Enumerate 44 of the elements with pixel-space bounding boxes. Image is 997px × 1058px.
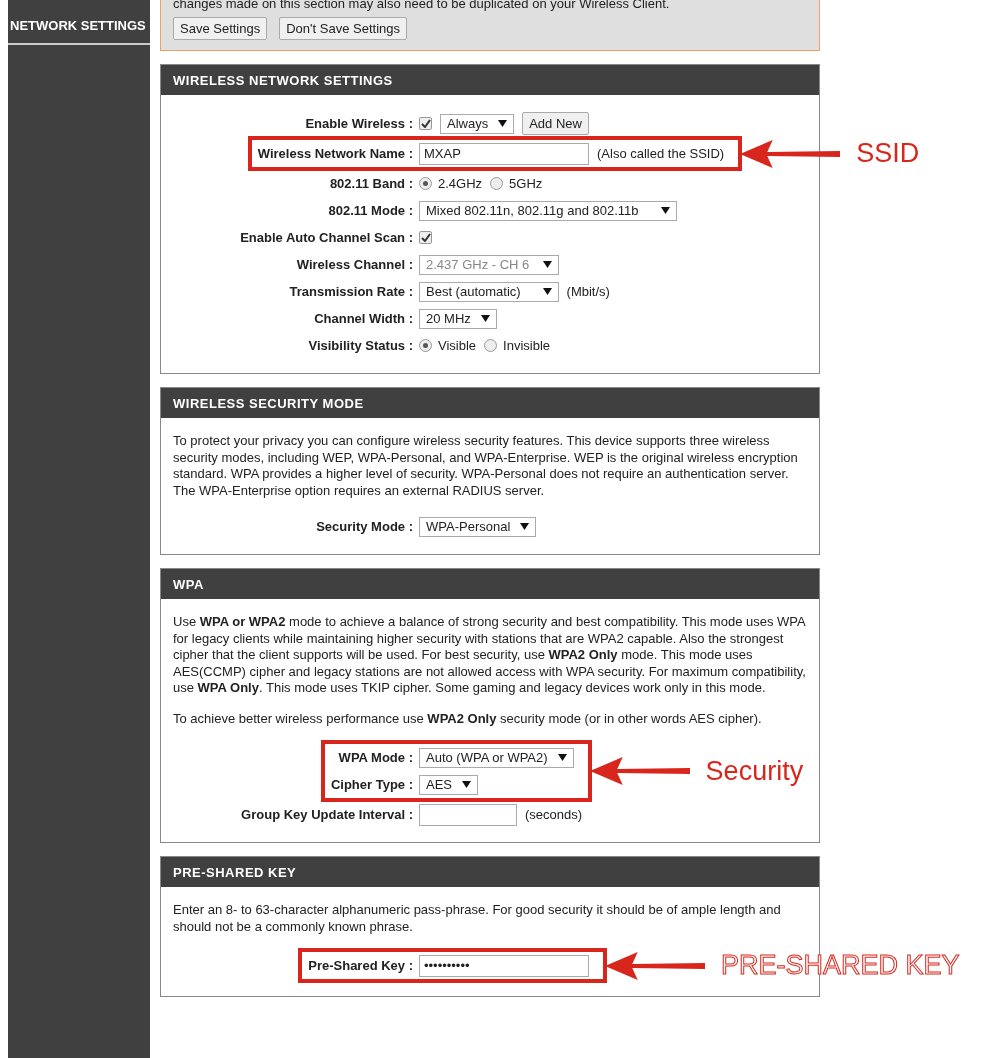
dropdown[interactable]: AES (419, 774, 478, 795)
field-label: Group Key Update Interval : (241, 807, 413, 822)
unit-note: (seconds) (525, 807, 583, 822)
settings-button[interactable]: Save Settings (173, 17, 268, 40)
field-label: Enable Auto Channel Scan : (240, 230, 413, 245)
radio-label: 5GHz (509, 176, 543, 191)
unit-note: (Also called the SSID) (597, 146, 725, 161)
dropdown[interactable]: Best (automatic) (419, 281, 559, 302)
settings-button[interactable]: Don't Save Settings (279, 17, 407, 40)
panel-header: WIRELESS SECURITY MODE (161, 388, 819, 418)
field-label: Wireless Channel : (296, 257, 413, 272)
callout-label: Security (705, 755, 804, 787)
dropdown[interactable]: WPA-Personal (419, 516, 537, 537)
dropdown[interactable]: Auto (WPA or WPA2) (419, 747, 574, 768)
callout-label: SSID (856, 138, 920, 169)
field-label: Security Mode : (316, 519, 413, 534)
panel-header: PRE-SHARED KEY (161, 857, 819, 887)
field-label: 802.11 Mode : (328, 203, 413, 218)
radio-label: Visible (438, 338, 477, 353)
description-text: Enter an 8- to 63-character alphanumeric pass-phrase. For good security it should be of ample length and should not be a commonly known phrase. (173, 902, 782, 935)
add-new-button[interactable]: Add New (522, 112, 589, 135)
dropdown[interactable]: Mixed 802.11n, 802.11g and 802.11b (419, 200, 678, 221)
input-field[interactable]: •••••••••• (419, 954, 589, 977)
input-field[interactable]: MXAP (419, 142, 589, 165)
panel-header: WIRELESS NETWORK SETTINGS (161, 65, 819, 95)
field-label: Wireless Network Name : (257, 146, 413, 161)
field-label: Channel Width : (314, 311, 413, 326)
description-text: To protect your privacy you can configure wireless security features. This device supports three wireless security modes, including WEP, WPA-Personal, and WPA-Enterprise. WEP is the original wireless encryption standard. WPA provides a higher level of security. WPA-Personal does not require an authentication server. The WPA-Enterprise option requires an external RADIUS server. (173, 433, 799, 499)
field-label: Transmission Rate : (289, 284, 413, 299)
radio-label: Invisible (503, 338, 551, 353)
field-label: Cipher Type : (330, 777, 413, 792)
callout-label: PRE-SHARED KEY (721, 950, 960, 981)
description-text: To achieve better wireless performance use WPA2 Only security mode (or in other words AES cipher). (173, 710, 763, 727)
field-label: Pre-Shared Key : (308, 958, 413, 973)
field-label: 802.11 Band : (329, 176, 413, 191)
dropdown[interactable]: Always (440, 113, 515, 134)
field-label: WPA Mode : (338, 750, 413, 765)
radio-label: 2.4GHz (438, 176, 483, 191)
panel-header: WPA (161, 569, 819, 599)
dropdown[interactable]: 20 MHz (419, 308, 497, 329)
description-text: Use WPA or WPA2 mode to achieve a balance of strong security and best compatibility. This mode uses WPA for legacy clients while maintaining higher security with stations that are WPA2 capable. Also the strongest cipher that the client supports will be used. For best security, use WPA2 Only mode. This mode uses AES(CCMP) cipher and legacy stations are not allowed access with WPA security. For maximum compatibility, use WPA Only. This mode uses TKIP cipher. Some gaming and legacy devices work only in this mode. (173, 614, 807, 697)
unit-note: (Mbit/s) (566, 284, 610, 299)
field-label: Enable Wireless : (305, 116, 413, 131)
field-label: Visibility Status : (308, 338, 413, 353)
